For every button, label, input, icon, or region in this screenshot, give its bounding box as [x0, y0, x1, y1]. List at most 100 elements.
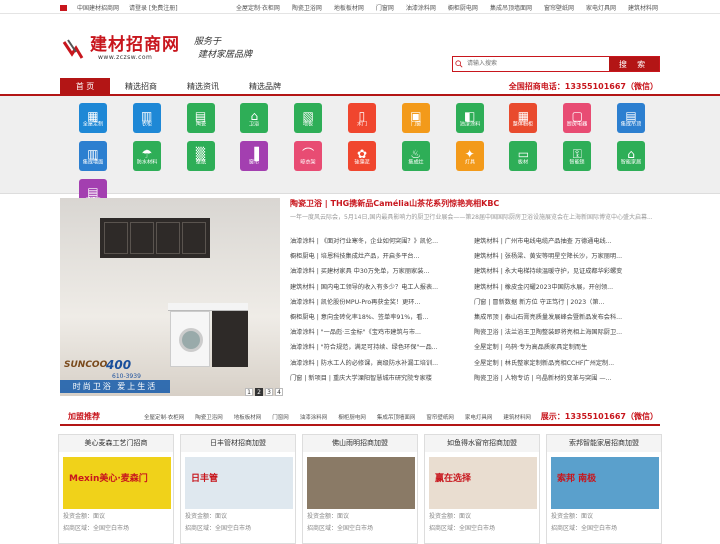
news-item[interactable]: 油漆涂料 | "符合规范，满足可持续、绿色环保"一品... — [290, 340, 474, 355]
news-item[interactable]: 建筑材料 | 永大电梯持续温暖守护，见证成都华彩螺变 — [474, 264, 658, 279]
recommend-link[interactable]: 橱柜厨电网 — [338, 413, 366, 421]
category-集成吊顶[interactable]: ▤ 集成吊顶 — [604, 103, 658, 133]
category-油漆涂料[interactable]: ◧ 油漆涂料 — [443, 103, 497, 133]
recommend-link[interactable]: 窗帘壁纸网 — [426, 413, 454, 421]
news-item[interactable]: 建筑材料 | 国内电工领导的收入有多少？电工人报表... — [290, 280, 474, 295]
category-衣柜[interactable]: ▥ 衣柜 — [120, 103, 174, 133]
card-area: 招商区域：全国空白市场 — [185, 525, 252, 532]
recommend-link[interactable]: 陶瓷卫浴网 — [195, 413, 223, 421]
card-image[interactable]: 赢在选择 — [429, 457, 537, 509]
card-image[interactable]: 索邦 南极 — [551, 457, 659, 509]
franchise-card[interactable]: 日丰管材招商加盟 日丰管 投资金额：面议 招商区域：全国空白市场 — [180, 434, 296, 544]
card-image[interactable]: Mexin美心·麦森门 — [63, 457, 171, 509]
news-item[interactable]: 门窗 | 新项目 | 重庆大学溧阳智慧城市研究院专家楼 — [290, 371, 474, 386]
news-item[interactable]: 建筑材料 | 广州市电线电缆产品抽查 万德通电线... — [474, 234, 658, 249]
banner-carousel[interactable]: SUNCOO 400 610-3939 时尚卫浴 爱上生活 1234 — [60, 198, 283, 396]
category-集成墙面[interactable]: ▥ 集成墙面 — [66, 141, 120, 171]
nav-franchise[interactable]: 精选招商 — [110, 78, 172, 96]
recommend-link[interactable]: 建筑材料网 — [503, 413, 531, 421]
carousel-dot-2[interactable]: 2 — [255, 388, 263, 396]
category-智能家居[interactable]: ⌂ 智能家居 — [604, 141, 658, 171]
news-item[interactable]: 油漆涂料 | 防水工人的必修课，高级防水补漏工培训... — [290, 356, 474, 371]
card-title[interactable]: 索邦智能家居招商加盟 — [547, 435, 661, 452]
site-name-link[interactable]: 中国建材招商网 — [77, 3, 119, 12]
news-item[interactable]: 全屋定制 | 乌鸫·专为高品质家具定制而生 — [474, 340, 658, 355]
card-title[interactable]: 美心麦森工艺门招商 — [59, 435, 173, 452]
category-集成灶[interactable]: ♨ 集成灶 — [389, 141, 443, 171]
top-link[interactable]: 橱柜厨电网 — [448, 3, 478, 12]
nav-home[interactable]: 首 页 — [60, 78, 110, 96]
card-title[interactable]: 佛山雨明招商加盟 — [303, 435, 417, 452]
home-icon[interactable] — [60, 4, 67, 11]
recommend-cards: 美心麦森工艺门招商 Mexin美心·麦森门 投资金额：面议 招商区域：全国空白市场 日丰… — [58, 434, 662, 544]
news-item[interactable]: 门窗 | 冒新数据 新方位 守正笃行 | 2023（第... — [474, 295, 658, 310]
franchise-card[interactable]: 如鱼得水窗帘招商加盟 赢在选择 投资金额：面议 招商区域：全国空白市场 — [424, 434, 540, 544]
recommend-link[interactable]: 家电灯具网 — [465, 413, 493, 421]
top-link[interactable]: 油漆涂料网 — [406, 3, 436, 12]
headline-link[interactable]: 陶瓷卫浴 | THG携新品Camélia山茶花系列惊艳亮相KBC — [290, 198, 499, 209]
recommend-link[interactable]: 集成吊顶墙面网 — [377, 413, 416, 421]
card-image-text: Mexin美心·麦森门 — [69, 474, 148, 484]
category-硅藻泥[interactable]: ✿ 硅藻泥 — [335, 141, 389, 171]
news-item[interactable]: 油漆涂料 | 买建材家具 中30万免单，万家丽家装... — [290, 264, 474, 279]
top-link[interactable]: 集成吊顶墙面网 — [490, 3, 532, 12]
recommend-link[interactable]: 油漆涂料网 — [300, 413, 328, 421]
search-button[interactable]: 搜 索 — [609, 57, 659, 71]
category-防水材料[interactable]: ☂ 防水材料 — [120, 141, 174, 171]
news-item[interactable]: 建筑材料 | 橡皮金闪耀2023中国防水展，开创领... — [474, 280, 658, 295]
franchise-card[interactable]: 佛山雨明招商加盟 投资金额：面议 招商区域：全国空白市场 — [302, 434, 418, 544]
category-木门[interactable]: ▯ 木门 — [335, 103, 389, 133]
category-壁纸[interactable]: ▒ 壁纸 — [174, 141, 228, 171]
nav-news[interactable]: 精选资讯 — [172, 78, 234, 96]
news-item[interactable]: 橱柜厨电 | 培恩科技集成灶产品，开启多平台... — [290, 249, 474, 264]
top-link[interactable]: 门窗网 — [376, 3, 394, 12]
franchise-card[interactable]: 美心麦森工艺门招商 Mexin美心·麦森门 投资金额：面议 招商区域：全国空白市场 — [58, 434, 174, 544]
category-全屋定制[interactable]: ▦ 全屋定制 — [66, 103, 120, 133]
nav-brands[interactable]: 精选品牌 — [234, 78, 296, 96]
recommend-link[interactable]: 全屋定制·衣柜网 — [144, 413, 184, 421]
login-register-link[interactable]: 请登录 [免费注册] — [129, 3, 178, 12]
category-灯具[interactable]: ✦ 灯具 — [443, 141, 497, 171]
news-item[interactable]: 集成吊顶 | 泰山石膏亮质量发展峰会暨新品发布会科... — [474, 310, 658, 325]
top-link[interactable]: 地板板材网 — [334, 3, 364, 12]
news-item[interactable]: 建筑材料 | 张杨梁、黄安等明星空降长沙，万家丽明... — [474, 249, 658, 264]
countertop — [168, 303, 248, 311]
news-item[interactable]: 油漆涂料 | 凯伦股份MPU-Pro再获金奖！更环... — [290, 295, 474, 310]
logo-icon[interactable] — [62, 36, 88, 60]
carousel-dot-3[interactable]: 3 — [265, 388, 273, 396]
category-陶瓷[interactable]: ▤ 陶瓷 — [174, 103, 228, 133]
category-厨房电器[interactable]: ▢ 厨房电器 — [550, 103, 604, 133]
card-title[interactable]: 如鱼得水窗帘招商加盟 — [425, 435, 539, 452]
top-link[interactable]: 家电灯具网 — [586, 3, 616, 12]
search-input[interactable] — [465, 57, 609, 71]
card-title[interactable]: 日丰管材招商加盟 — [181, 435, 295, 452]
news-item[interactable]: 陶瓷卫浴 | 法兰浴王卫陶整装即将亮相上海国际厨卫... — [474, 325, 658, 340]
recommend-link[interactable]: 地板板材网 — [234, 413, 262, 421]
recommend-link[interactable]: 门窗网 — [272, 413, 289, 421]
news-item[interactable]: 油漆涂料 | 《面对行业寒冬，企业如何突围？》凯伦... — [290, 234, 474, 249]
category-窗帘[interactable]: ▐ 窗帘 — [227, 141, 281, 171]
news-item[interactable]: 橱柜厨电 | 意向金砖化率18%、签单率91%，看... — [290, 310, 474, 325]
franchise-card[interactable]: 索邦智能家居招商加盟 索邦 南极 投资金额：面议 招商区域：全国空白市场 — [546, 434, 662, 544]
top-link[interactable]: 全屋定制·衣柜网 — [236, 3, 280, 12]
category-智能锁[interactable]: ⚿ 智能锁 — [550, 141, 604, 171]
category-label: 集成灶 — [408, 158, 424, 165]
category-卫浴[interactable]: ⌂ 卫浴 — [227, 103, 281, 133]
top-link[interactable]: 陶瓷卫浴网 — [292, 3, 322, 12]
card-image[interactable] — [307, 457, 415, 509]
logo-url: www.zczsw.com — [98, 54, 153, 61]
carousel-dot-1[interactable]: 1 — [245, 388, 253, 396]
category-整体橱柜[interactable]: ▦ 整体橱柜 — [497, 103, 551, 133]
top-link[interactable]: 窗帘壁纸网 — [544, 3, 574, 12]
carousel-dot-4[interactable]: 4 — [275, 388, 283, 396]
news-item[interactable]: 陶瓷卫浴 | 人物专访 | 乌晶新材的变革与突围 —... — [474, 371, 658, 386]
top-link[interactable]: 建筑材料网 — [628, 3, 658, 12]
category-晾衣架[interactable]: ⌒ 晾衣架 — [281, 141, 335, 171]
category-地板[interactable]: ▧ 地板 — [281, 103, 335, 133]
card-image[interactable]: 日丰管 — [185, 457, 293, 509]
category-板材[interactable]: ▭ 板材 — [497, 141, 551, 171]
news-item[interactable]: 油漆涂料 | "一品彪·三金标"《宝鸡市建筑与市... — [290, 325, 474, 340]
news-item[interactable]: 全屋定制 | 林氏整家定制新品亮相CCHF广州定制... — [474, 356, 658, 371]
category-门窗[interactable]: ▣ 门窗 — [389, 103, 443, 133]
logo-title[interactable]: 建材招商网 — [90, 30, 180, 55]
